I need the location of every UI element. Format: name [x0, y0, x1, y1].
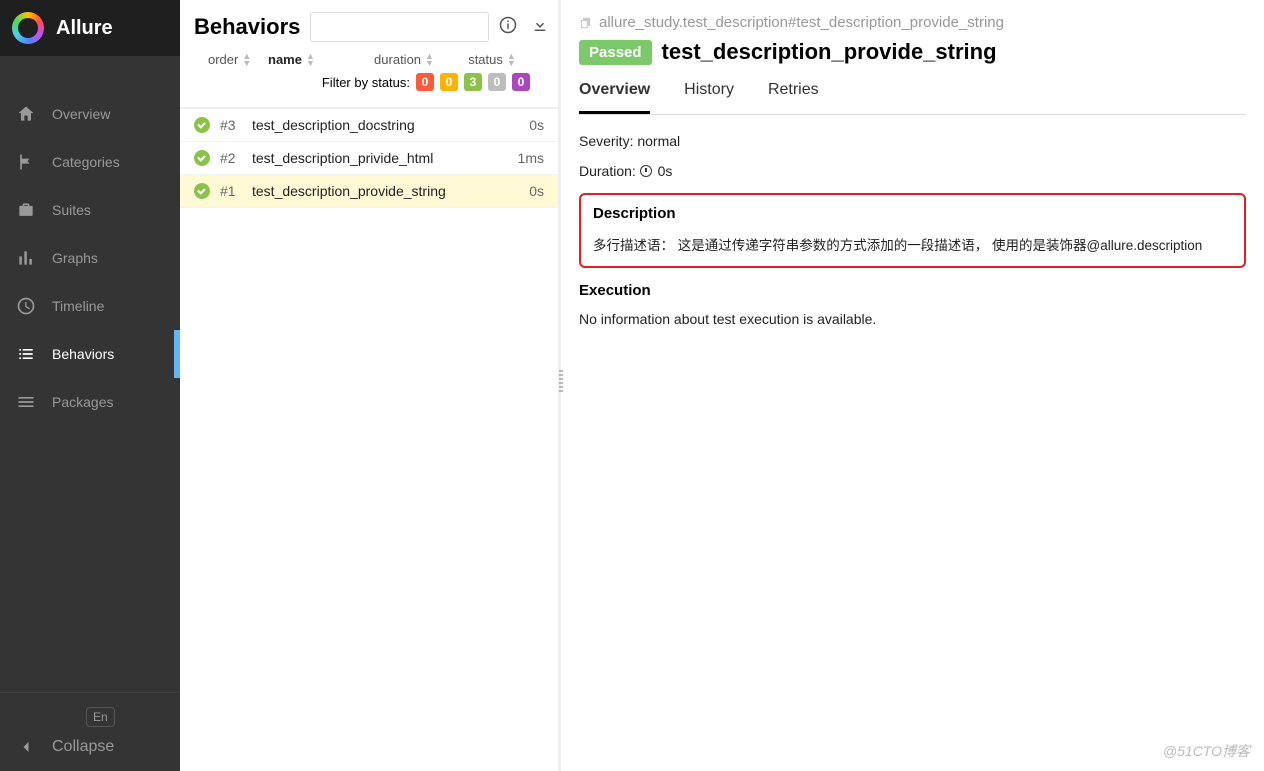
- nav-label: Graphs: [52, 250, 98, 266]
- brand-label: Allure: [56, 17, 113, 40]
- filter-passed[interactable]: 3: [464, 73, 482, 91]
- column-headers: order▲▼ name▲▼ duration▲▼ status▲▼: [194, 42, 544, 73]
- test-list: #3 test_description_docstring 0s #2 test…: [180, 108, 558, 208]
- test-name: test_description_docstring: [252, 117, 519, 133]
- collapse-label: Collapse: [52, 738, 114, 756]
- tab-history[interactable]: History: [684, 81, 734, 114]
- copy-icon: [579, 16, 593, 30]
- filter-unknown[interactable]: 0: [512, 73, 530, 91]
- nav: Overview Categories Suites Graphs Timeli…: [0, 56, 180, 692]
- status-filter: Filter by status: 0 0 3 0 0: [194, 73, 544, 99]
- description-body: 多行描述语： 这是通过传递字符串参数的方式添加的一段描述语， 使用的是装饰器@a…: [593, 234, 1232, 254]
- status-passed-icon: [194, 117, 210, 133]
- info-icon[interactable]: [499, 16, 517, 39]
- nav-label: Overview: [52, 106, 110, 122]
- search-input[interactable]: [310, 12, 489, 42]
- behaviors-pane: Behaviors order▲▼ name▲▼ duration▲▼ stat…: [180, 0, 561, 771]
- nav-label: Suites: [52, 202, 91, 218]
- test-id: #3: [220, 117, 242, 133]
- page-title: Behaviors: [194, 14, 300, 40]
- nav-label: Categories: [52, 154, 120, 170]
- sort-order[interactable]: order▲▼: [208, 52, 262, 67]
- behaviors-header: Behaviors order▲▼ name▲▼ duration▲▼ stat…: [180, 0, 558, 108]
- nav-label: Timeline: [52, 298, 104, 314]
- test-name: test_description_privide_html: [252, 150, 508, 166]
- watermark: @51CTO博客: [1163, 741, 1250, 761]
- download-icon[interactable]: [531, 16, 549, 39]
- test-id: #1: [220, 183, 242, 199]
- test-name: test_description_provide_string: [252, 183, 519, 199]
- description-heading: Description: [593, 205, 1232, 222]
- sidebar-item-overview[interactable]: Overview: [0, 90, 180, 138]
- collapse-button[interactable]: Collapse: [16, 737, 164, 757]
- filter-failed[interactable]: 0: [416, 73, 434, 91]
- chevron-left-icon: [16, 737, 36, 757]
- status-passed-icon: [194, 150, 210, 166]
- list-icon: [16, 344, 36, 364]
- sidebar-item-behaviors[interactable]: Behaviors: [0, 330, 180, 378]
- test-id: #2: [220, 150, 242, 166]
- execution-heading: Execution: [579, 282, 1246, 299]
- tab-overview[interactable]: Overview: [579, 81, 650, 114]
- nav-label: Packages: [52, 394, 113, 410]
- detail-title-row: Passed test_description_provide_string: [579, 39, 1246, 65]
- language-button[interactable]: En: [86, 707, 115, 727]
- sidebar-item-graphs[interactable]: Graphs: [0, 234, 180, 282]
- execution-body: No information about test execution is a…: [579, 311, 1246, 327]
- duration-row: Duration: 0s: [579, 163, 1246, 179]
- sidebar: Allure Overview Categories Suites Graphs…: [0, 0, 180, 771]
- severity-row: Severity: normal: [579, 133, 1246, 149]
- allure-logo-icon: [12, 12, 44, 44]
- nav-label: Behaviors: [52, 346, 114, 362]
- sidebar-item-suites[interactable]: Suites: [0, 186, 180, 234]
- status-passed-icon: [194, 183, 210, 199]
- test-duration: 0s: [529, 183, 544, 199]
- test-detail-pane: allure_study.test_description#test_descr…: [561, 0, 1264, 771]
- briefcase-icon: [16, 200, 36, 220]
- filter-label: Filter by status:: [322, 75, 410, 90]
- status-badge: Passed: [579, 40, 652, 65]
- bar-chart-icon: [16, 248, 36, 268]
- layers-icon: [16, 392, 36, 412]
- sort-status[interactable]: status▲▼: [454, 52, 530, 67]
- breadcrumb[interactable]: allure_study.test_description#test_descr…: [579, 14, 1246, 31]
- sidebar-header: Allure: [0, 0, 180, 56]
- sidebar-item-categories[interactable]: Categories: [0, 138, 180, 186]
- detail-tabs: Overview History Retries: [579, 81, 1246, 115]
- test-title: test_description_provide_string: [662, 39, 997, 65]
- clock-icon: [16, 296, 36, 316]
- tab-retries[interactable]: Retries: [768, 81, 819, 114]
- sort-name[interactable]: name▲▼: [268, 52, 354, 67]
- test-row[interactable]: #1 test_description_provide_string 0s: [180, 175, 558, 208]
- test-row[interactable]: #3 test_description_docstring 0s: [180, 109, 558, 142]
- pane-resize-handle[interactable]: [559, 370, 563, 392]
- flag-icon: [16, 152, 36, 172]
- filter-broken[interactable]: 0: [440, 73, 458, 91]
- test-duration: 1ms: [518, 150, 544, 166]
- clock-icon: [640, 165, 652, 177]
- filter-skipped[interactable]: 0: [488, 73, 506, 91]
- sidebar-item-timeline[interactable]: Timeline: [0, 282, 180, 330]
- home-icon: [16, 104, 36, 124]
- sidebar-item-packages[interactable]: Packages: [0, 378, 180, 426]
- sidebar-footer: En Collapse: [0, 692, 180, 771]
- test-duration: 0s: [529, 117, 544, 133]
- test-row[interactable]: #2 test_description_privide_html 1ms: [180, 142, 558, 175]
- description-box: Description 多行描述语： 这是通过传递字符串参数的方式添加的一段描述…: [579, 193, 1246, 268]
- sort-duration[interactable]: duration▲▼: [360, 52, 448, 67]
